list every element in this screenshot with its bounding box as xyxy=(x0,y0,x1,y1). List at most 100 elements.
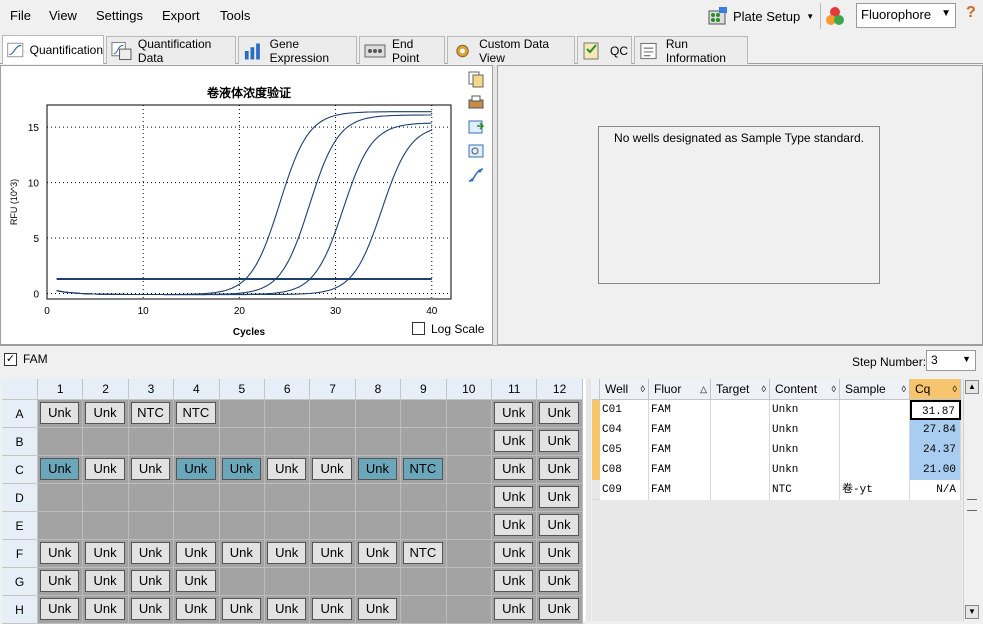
plate-corner[interactable] xyxy=(2,379,38,400)
fluorophore-select[interactable]: Fluorophore ▼ xyxy=(856,3,956,28)
plate-well[interactable]: Unk xyxy=(83,568,129,596)
plate-well[interactable] xyxy=(265,512,311,540)
plate-well[interactable] xyxy=(446,596,492,624)
cell-target[interactable] xyxy=(711,460,770,480)
plate-well[interactable]: Unk xyxy=(219,540,265,568)
cell-cq[interactable]: N/A xyxy=(910,480,961,500)
dye-drop-button[interactable] xyxy=(820,3,848,29)
plate-column-header[interactable]: 12 xyxy=(537,379,583,400)
column-header-sample[interactable]: Sample ◊ xyxy=(840,379,910,400)
plate-well[interactable]: Unk xyxy=(219,596,265,624)
sort-icon[interactable]: ◊ xyxy=(902,379,906,399)
plate-well[interactable]: Unk xyxy=(128,568,175,596)
cell-sample[interactable] xyxy=(840,400,910,420)
plate-column-header[interactable]: 11 xyxy=(492,379,538,400)
tab-gene-expression[interactable]: Gene Expression xyxy=(238,36,357,65)
plate-well[interactable]: Unk xyxy=(174,596,220,624)
plate-well[interactable]: Unk xyxy=(537,456,583,484)
plate-row-header[interactable]: A xyxy=(2,400,38,428)
plate-well[interactable] xyxy=(128,484,175,512)
plate-well[interactable]: Unk xyxy=(38,400,84,428)
plate-well[interactable]: Unk xyxy=(265,596,311,624)
cell-target[interactable] xyxy=(711,400,770,420)
sort-icon[interactable]: △ xyxy=(700,379,707,399)
plate-well[interactable] xyxy=(265,484,311,512)
plate-column-header[interactable]: 6 xyxy=(265,379,311,400)
plate-well[interactable]: Unk xyxy=(310,596,356,624)
column-header-content[interactable]: Content ◊ xyxy=(770,379,840,400)
help-icon[interactable]: ? xyxy=(966,4,976,22)
plate-well[interactable] xyxy=(446,400,492,428)
scroll-down-button[interactable]: ▼ xyxy=(965,605,979,619)
plate-well[interactable]: Unk xyxy=(83,456,129,484)
plate-well[interactable] xyxy=(310,428,356,456)
table-row[interactable]: C05 FAM Unkn 24.37 xyxy=(592,440,962,460)
plate-well[interactable]: Unk xyxy=(83,596,129,624)
cell-sample[interactable] xyxy=(840,440,910,460)
plate-well[interactable]: Unk xyxy=(492,540,538,568)
plate-well[interactable]: Unk xyxy=(492,484,538,512)
cell-content[interactable]: NTC xyxy=(770,480,840,500)
plate-row-header[interactable]: E xyxy=(2,512,38,540)
plate-well[interactable] xyxy=(219,484,265,512)
cell-fluor[interactable]: FAM xyxy=(649,480,711,500)
plate-well[interactable] xyxy=(446,512,492,540)
plate-row-header[interactable]: D xyxy=(2,484,38,512)
plate-well[interactable] xyxy=(310,568,356,596)
scroll-grip[interactable] xyxy=(967,499,977,511)
plate-well[interactable] xyxy=(310,400,356,428)
plate-well[interactable] xyxy=(355,568,402,596)
cell-target[interactable] xyxy=(711,440,770,460)
sort-icon[interactable]: ◊ xyxy=(762,379,766,399)
plate-well[interactable] xyxy=(446,428,492,456)
column-header-well[interactable]: Well ◊ xyxy=(600,379,649,400)
plate-well[interactable]: NTC xyxy=(174,400,220,428)
plate-well[interactable] xyxy=(174,512,220,540)
plate-well[interactable]: Unk xyxy=(83,400,129,428)
plate-well[interactable]: Unk xyxy=(174,540,220,568)
plate-column-header[interactable]: 8 xyxy=(355,379,402,400)
menu-export[interactable]: Export xyxy=(162,8,200,23)
plate-well[interactable]: Unk xyxy=(219,456,265,484)
plate-well[interactable]: Unk xyxy=(537,400,583,428)
plate-well[interactable] xyxy=(446,484,492,512)
plate-well[interactable]: Unk xyxy=(38,596,84,624)
plate-well[interactable]: Unk xyxy=(83,540,129,568)
plate-well[interactable]: Unk xyxy=(128,540,175,568)
column-header-target[interactable]: Target ◊ xyxy=(711,379,770,400)
table-row[interactable]: C01 FAM Unkn 31.87 xyxy=(592,400,962,420)
plate-well[interactable] xyxy=(310,484,356,512)
plate-well[interactable]: Unk xyxy=(174,568,220,596)
plate-well[interactable] xyxy=(128,428,175,456)
plate-well[interactable] xyxy=(219,568,265,596)
plate-column-header[interactable]: 4 xyxy=(174,379,220,400)
scroll-up-button[interactable]: ▲ xyxy=(965,380,979,394)
cell-content[interactable]: Unkn xyxy=(770,460,840,480)
tab-custom-data-view[interactable]: Custom Data View xyxy=(447,36,575,65)
cell-well[interactable]: C04 xyxy=(600,420,649,440)
plate-well[interactable]: Unk xyxy=(492,596,538,624)
plate-well[interactable]: Unk xyxy=(492,456,538,484)
plate-well[interactable]: Unk xyxy=(265,456,311,484)
cell-target[interactable] xyxy=(711,480,770,500)
plate-well[interactable]: Unk xyxy=(492,428,538,456)
plate-row-header[interactable]: C xyxy=(2,456,38,484)
plate-well[interactable] xyxy=(446,540,492,568)
plate-well[interactable]: Unk xyxy=(128,596,175,624)
plate-well[interactable] xyxy=(128,512,175,540)
plate-well[interactable]: Unk xyxy=(128,456,175,484)
plate-column-header[interactable]: 3 xyxy=(128,379,175,400)
plate-well[interactable] xyxy=(355,400,402,428)
column-header-cq[interactable]: Cq ◊ xyxy=(910,379,961,400)
menu-tools[interactable]: Tools xyxy=(220,8,250,23)
menu-file[interactable]: File xyxy=(10,8,31,23)
plate-well[interactable] xyxy=(401,400,447,428)
tab-end-point[interactable]: End Point xyxy=(359,36,445,65)
plate-well[interactable] xyxy=(174,428,220,456)
plate-well[interactable]: Unk xyxy=(537,428,583,456)
cell-well[interactable]: C05 xyxy=(600,440,649,460)
plate-well[interactable]: Unk xyxy=(174,456,220,484)
plate-row-header[interactable]: G xyxy=(2,568,38,596)
table-row[interactable]: C04 FAM Unkn 27.84 xyxy=(592,420,962,440)
plate-well[interactable] xyxy=(219,512,265,540)
